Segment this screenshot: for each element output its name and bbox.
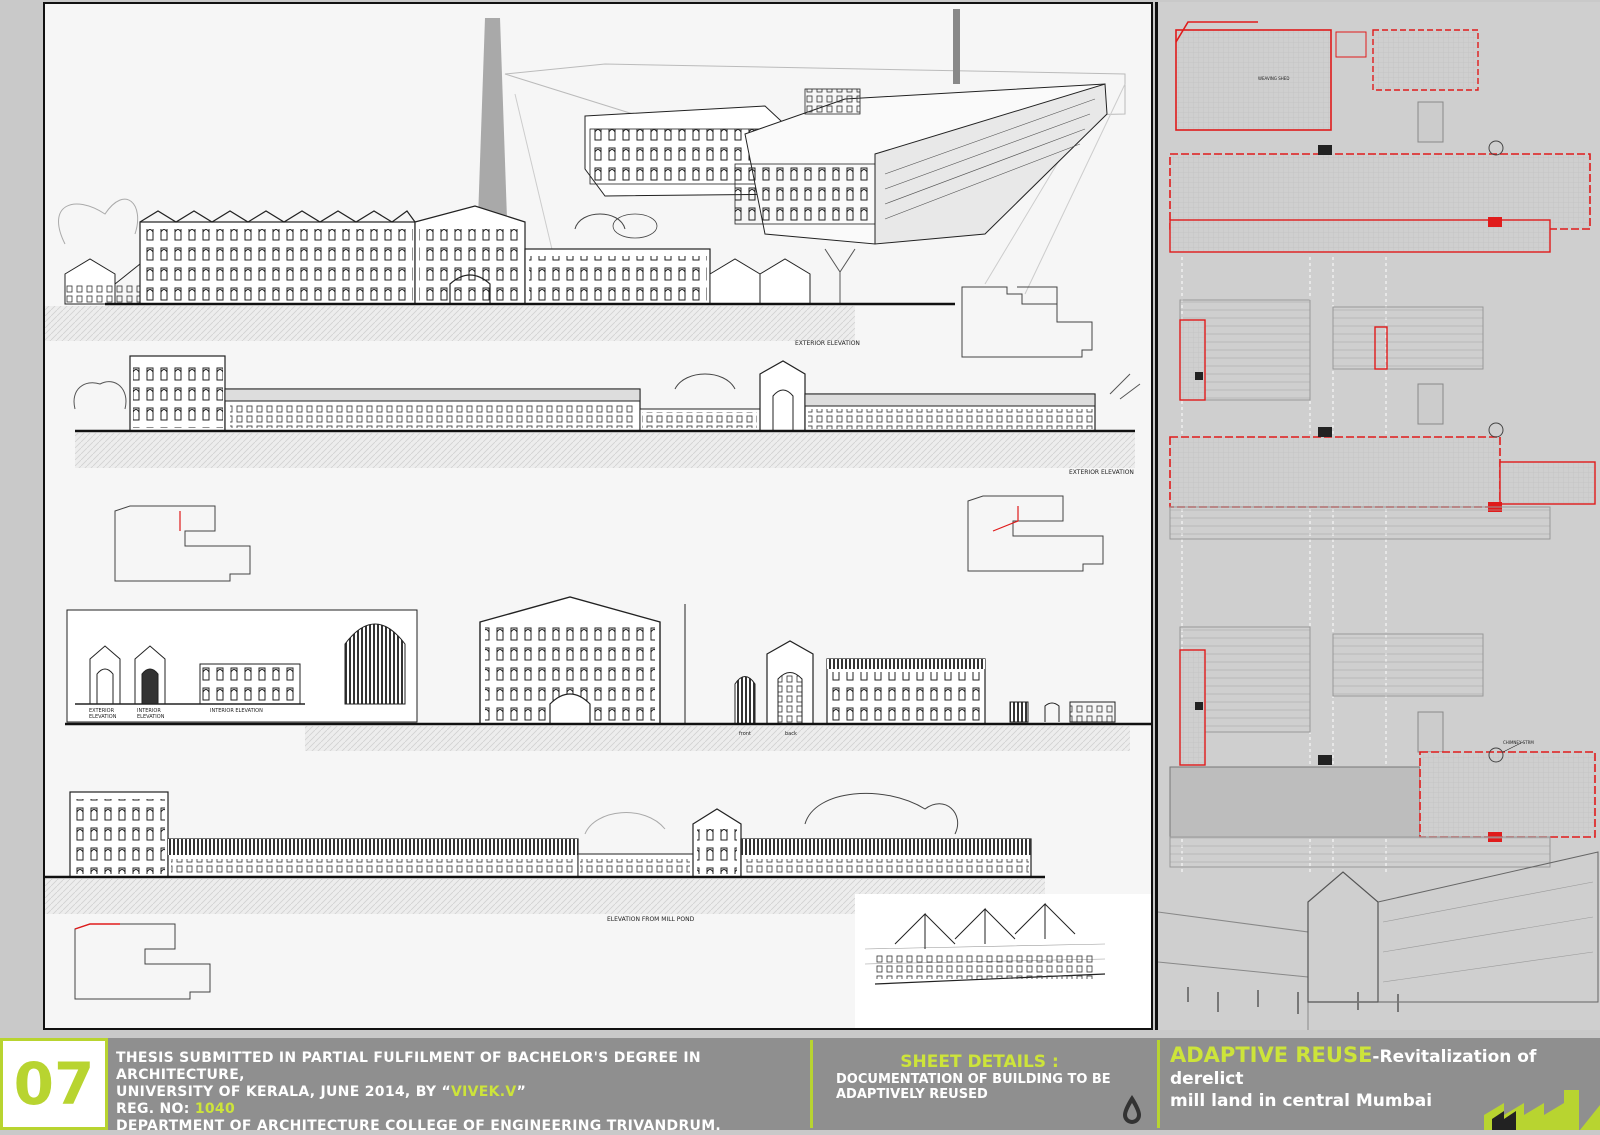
reg-number-line: REG. NO: 1040 [116,1101,806,1118]
factory-icon [1484,1090,1600,1130]
detail-elevations: EXTERIOR ELEVATION INTERIOR ELEVATION INTE… [65,596,1151,751]
footer-divider-2 [1157,1040,1160,1128]
perspective-sketch [855,894,1151,1028]
label-exterior-elevation-small: EXTERIOR ELEVATION [89,708,117,720]
exterior-elevation-2 [73,355,1141,468]
thesis-statement: THESIS SUBMITTED IN PARTIAL FULFILMENT O… [116,1050,806,1135]
plan-level-3 [1169,626,1596,868]
label-exterior-elevation-2: EXTERIOR ELEVATION [1069,469,1134,476]
label-weaving-shed: WEAVING SHED [1258,76,1289,81]
plan-perspective-sketch [1158,851,1600,1030]
plan-level-2 [1169,299,1596,540]
presentation-sheet: EXTERIOR ELEVATION EXTERIOR ELEVATION EX… [0,0,1600,1134]
reg-number: 1040 [194,1101,235,1117]
reg-label: REG. NO: [116,1101,195,1117]
sheet-number: 07 [0,1038,108,1130]
thesis-line-2: UNIVERSITY OF KERALA, JUNE 2014, BY “VIV… [116,1084,806,1101]
label-front: front [739,731,751,737]
chimney [478,18,507,219]
sheet-details-body: DOCUMENTATION OF BUILDING TO BE ADAPTIVE… [836,1072,1136,1102]
label-interior-elevation: INTERIOR ELEVATION [210,708,263,714]
label-elevation-mill-pond: ELEVATION FROM MILL POND [607,916,695,923]
label-exterior-elevation-1: EXTERIOR ELEVATION [795,340,860,347]
thesis-line-1: THESIS SUBMITTED IN PARTIAL FULFILMENT O… [116,1050,701,1083]
project-title-highlight: ADAPTIVE REUSE [1170,1043,1373,1067]
elevation-drawing-area: EXTERIOR ELEVATION EXTERIOR ELEVATION EX… [43,2,1153,1030]
floor-plan-drawings: WEAVING SHED CHIMNEY STRM [1158,21,1600,1030]
thesis-line-2-text: UNIVERSITY OF KERALA, JUNE 2014, BY “ [116,1084,452,1100]
key-plan-3 [967,495,1104,572]
label-chimney: CHIMNEY STRM [1503,740,1534,745]
author-name: VIVEK.V [451,1084,517,1100]
label-interior-elevation-small: INTERIOR ELEVATION [137,708,165,720]
sheet-details-line-1: DOCUMENTATION OF BUILDING TO BE [836,1072,1111,1087]
key-plan-2 [114,505,251,582]
department: DEPARTMENT OF ARCHITECTURE COLLEGE OF EN… [116,1118,722,1134]
sheet-details-title: SHEET DETAILS : [900,1052,1059,1072]
key-plan-4 [74,923,211,1000]
elevation-drawings: EXTERIOR ELEVATION EXTERIOR ELEVATION EX… [45,9,1151,1028]
floor-plans-panel: WEAVING SHED CHIMNEY STRM [1155,2,1600,1030]
sheet-details-line-2: ADAPTIVELY REUSED [836,1087,988,1102]
key-plan-1 [961,286,1093,358]
drop-icon [1123,1095,1141,1124]
label-back: back [785,731,797,737]
plan-level-1 [1169,21,1591,253]
thesis-line-2-close: ” [516,1084,527,1100]
project-title-line-1: ADAPTIVE REUSE-Revitalization of derelic… [1170,1044,1595,1090]
